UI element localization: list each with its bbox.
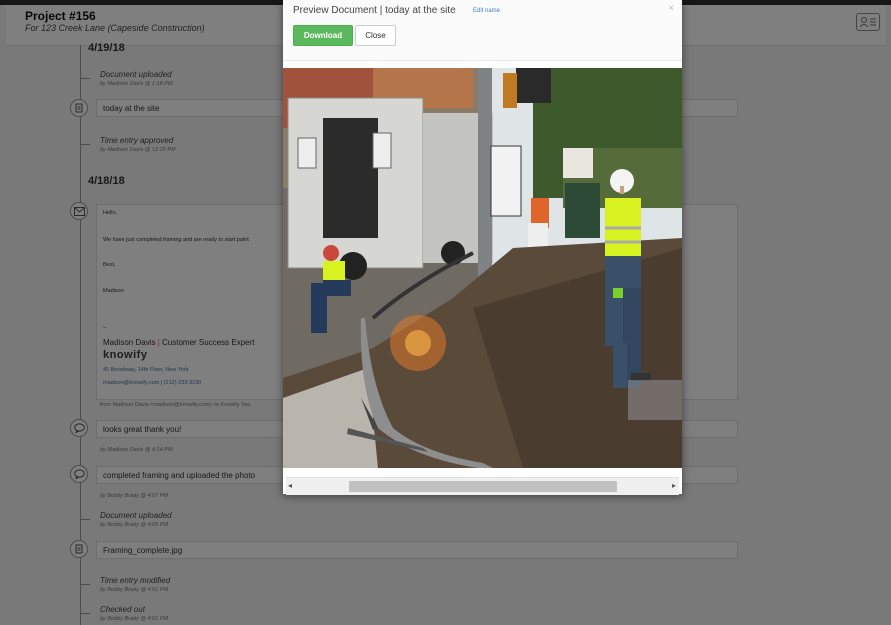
- scroll-right-icon[interactable]: ▸: [672, 481, 676, 490]
- document-preview-image: [283, 68, 682, 468]
- modal-header: Preview Document | today at the site Edi…: [283, 0, 682, 61]
- preview-document-modal: Preview Document | today at the site Edi…: [283, 0, 682, 495]
- modal-title: Preview Document | today at the site: [293, 5, 456, 16]
- download-button[interactable]: Download: [293, 25, 353, 46]
- close-button[interactable]: Close: [355, 25, 396, 46]
- close-icon[interactable]: ×: [668, 3, 674, 14]
- horizontal-scrollbar[interactable]: ◂ ▸: [286, 477, 679, 495]
- edit-name-link[interactable]: Edit name: [473, 8, 500, 14]
- scroll-left-icon[interactable]: ◂: [288, 481, 292, 490]
- scroll-thumb[interactable]: [349, 481, 617, 492]
